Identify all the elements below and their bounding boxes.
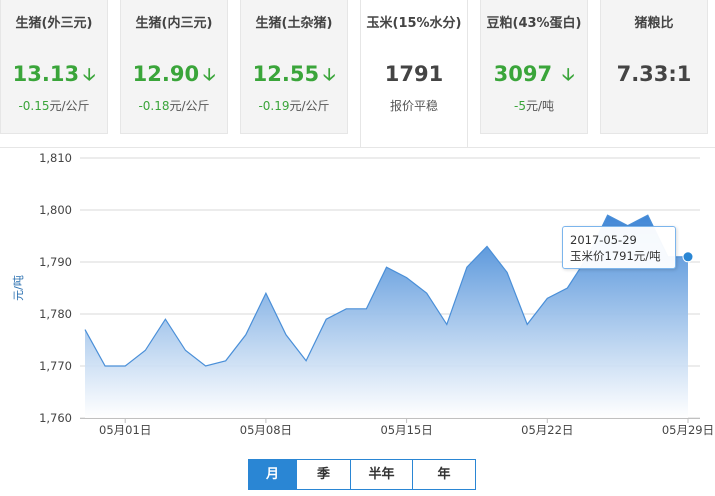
y-axis-label: 元/吨 bbox=[12, 275, 25, 301]
tab-half-year[interactable]: 半年 bbox=[351, 460, 413, 489]
tab-year[interactable]: 年 bbox=[413, 460, 475, 489]
y-tick-label: 1,760 bbox=[39, 411, 72, 425]
y-tick-label: 1,780 bbox=[39, 307, 72, 321]
tab-quarter[interactable]: 季 bbox=[297, 460, 351, 489]
y-tick-label: 1,800 bbox=[39, 203, 72, 217]
chart-tooltip: 2017-05-29 玉米价1791元/吨 bbox=[562, 226, 676, 269]
highlighted-point bbox=[682, 251, 694, 263]
x-tick-label: 05月15日 bbox=[380, 423, 432, 437]
y-tick-label: 1,770 bbox=[39, 359, 72, 373]
x-tick-label: 05月08日 bbox=[240, 423, 292, 437]
period-tabs: 月 季 半年 年 bbox=[248, 459, 476, 490]
tab-month[interactable]: 月 bbox=[249, 460, 297, 489]
tooltip-text: 玉米价1791元/吨 bbox=[570, 249, 661, 263]
x-tick-label: 05月22日 bbox=[521, 423, 573, 437]
x-tick-label: 05月01日 bbox=[99, 423, 151, 437]
tooltip-date: 2017-05-29 bbox=[570, 233, 637, 247]
y-tick-label: 1,790 bbox=[39, 255, 72, 269]
x-tick-label: 05月29日 bbox=[662, 423, 714, 437]
y-tick-label: 1,810 bbox=[39, 151, 72, 165]
